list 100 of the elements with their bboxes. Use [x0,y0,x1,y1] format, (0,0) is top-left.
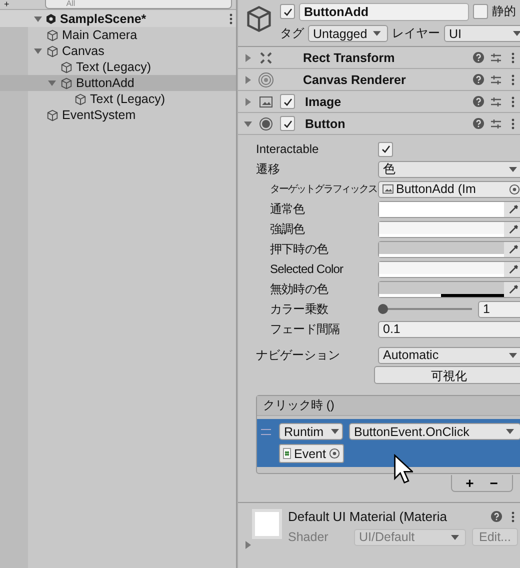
more-options-icon[interactable] [229,12,233,24]
expanded-caret-icon[interactable] [244,120,252,128]
eyedropper-icon[interactable] [508,244,519,254]
help-icon[interactable] [490,511,502,522]
checkmark-icon [282,6,292,16]
image-icon [382,184,394,194]
add-button[interactable]: + [4,0,10,9]
object-field[interactable]: ButtonAdd (Im [378,180,520,198]
color-swatch[interactable] [379,242,504,254]
runtime-dropdown[interactable]: Runtim [279,423,343,440]
target-picker-icon[interactable] [508,184,520,194]
cube-icon [74,92,87,106]
navigation-dropdown[interactable]: Automatic [378,346,520,364]
scene-row[interactable]: SampleScene* [0,10,236,27]
event-header: クリック時 () [257,396,520,416]
number-field[interactable]: 0.1 [378,320,520,338]
shader-label: Shader [288,530,330,544]
cube-icon [46,108,59,122]
preset-sliders-icon[interactable] [490,52,502,64]
checkbox[interactable] [280,4,295,19]
checkbox[interactable] [280,94,295,109]
more-options-icon[interactable] [510,118,515,130]
eyedropper-icon[interactable] [508,264,519,274]
number-field[interactable]: 1 [478,300,520,318]
hierarchy-item[interactable]: EventSystem [0,107,236,123]
color-field[interactable] [378,220,520,238]
hierarchy-item[interactable]: Canvas [0,43,236,59]
tag-label: タグ [280,25,304,42]
drag-handle-icon[interactable] [261,428,271,434]
expanded-caret-icon[interactable] [48,79,56,87]
event-list-item[interactable]: Runtim ButtonEvent.OnClick Event [257,419,520,467]
dropdown-arrow-icon [451,534,459,540]
property-label: 無効時の色 [269,280,330,298]
more-options-icon[interactable] [510,52,515,64]
property-label: カラー乗数 [269,300,330,318]
color-field[interactable] [378,280,520,298]
color-swatch[interactable] [379,282,504,294]
slider[interactable] [378,303,472,315]
hierarchy-item[interactable]: Text (Legacy) [0,91,236,107]
collapsed-caret-icon[interactable] [244,54,252,62]
color-swatch[interactable] [379,222,504,234]
component-header[interactable]: Image [238,91,520,113]
eyedropper-icon[interactable] [508,284,519,294]
eyedropper-icon[interactable] [508,204,519,214]
concentric-circles-icon [258,72,274,88]
target-picker-icon[interactable] [328,448,340,459]
help-icon[interactable] [472,118,484,129]
help-icon[interactable] [472,96,484,107]
hierarchy-item[interactable]: ButtonAdd [0,75,236,91]
property-label: フェード間隔 [269,320,341,338]
dropdown-arrow-icon [512,31,520,36]
material-name: Default UI Material (Materia [288,509,448,524]
checkbox[interactable] [378,142,393,156]
checkbox[interactable] [280,116,295,131]
color-field[interactable] [378,200,520,218]
color-swatch[interactable] [379,202,504,214]
color-swatch[interactable] [379,262,504,274]
help-icon[interactable] [472,52,484,63]
object-field[interactable]: Event [279,444,344,463]
object-name-field[interactable]: ButtonAdd [299,2,469,20]
property-label: Selected Color [269,262,344,276]
hierarchy-item[interactable]: Main Camera [0,27,236,43]
dropdown-arrow-icon [508,166,517,172]
tag-dropdown[interactable]: Untagged [308,25,388,42]
checkmark-icon [282,118,292,128]
preset-sliders-icon[interactable] [490,96,502,108]
static-label: 静的 [492,3,516,20]
more-options-icon[interactable] [510,96,515,108]
expanded-caret-icon[interactable] [34,14,42,22]
more-options-icon[interactable] [510,510,515,522]
expanded-caret-icon[interactable] [34,47,42,55]
color-field[interactable] [378,240,520,258]
function-dropdown[interactable]: ButtonEvent.OnClick [349,423,520,440]
slider-thumb[interactable] [378,304,388,314]
remove-button[interactable]: − [484,475,504,491]
checkbox[interactable] [472,4,488,19]
dropdown-arrow-icon [506,429,514,434]
cube-icon [46,28,59,42]
rect-transform-icon [259,50,273,64]
add-button[interactable]: + [460,475,480,491]
eyedropper-icon[interactable] [508,224,519,234]
preset-sliders-icon[interactable] [490,74,502,86]
dropdown-arrow-icon [508,352,517,358]
collapsed-caret-icon[interactable] [244,76,252,84]
help-icon[interactable] [472,74,484,85]
property-label: 通常色 [269,200,306,218]
color-field[interactable] [378,260,520,278]
preset-sliders-icon[interactable] [490,118,502,130]
layer-dropdown[interactable]: UI [444,25,520,42]
hierarchy-item[interactable]: Text (Legacy) [0,59,236,75]
unity-logo-icon [45,12,57,24]
component-header[interactable]: Button [238,113,520,135]
mouse-cursor-icon [393,454,413,484]
image-icon [259,96,273,108]
transition-dropdown[interactable]: 色 [378,160,520,178]
visualize-button[interactable]: 可視化 [374,366,520,384]
collapsed-caret-icon[interactable] [244,98,252,106]
collapsed-caret-icon[interactable] [244,541,252,549]
material-preview [252,509,282,539]
more-options-icon[interactable] [510,74,515,86]
